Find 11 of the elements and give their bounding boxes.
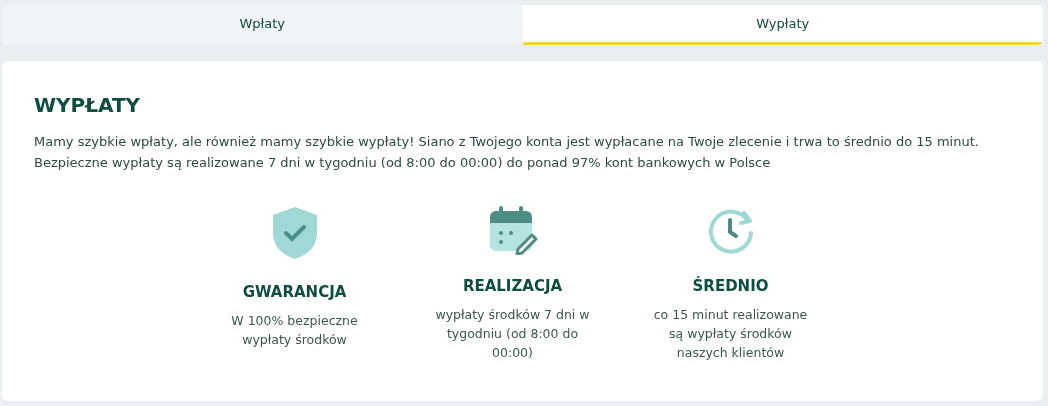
calendar-pencil-icon <box>487 205 538 255</box>
shield-check-icon <box>270 205 319 261</box>
feature-text: W 100% bezpieczne wypłaty środków <box>230 312 359 349</box>
feature-title: ŚREDNIO <box>692 277 769 295</box>
feature-text: wypłaty środków 7 dni w tygodniu (od 8:00 do 00:00) <box>434 306 591 362</box>
section-title: WYPŁATY <box>34 93 142 117</box>
tab[interactable]: Wypłaty <box>522 5 1043 45</box>
section-text: Mamy szybkie wpłaty, ale również mamy szybkie wypłaty! Siano z Twojego konta jest wypłacane na Twoje zlecenie i trwa to średnio do 15 minut. Bezpieczne wypłaty są realizowane 7 dni w tygodniu (od 8:00 do 00:00) do ponad 97% kont bankowych w Polsce <box>34 133 980 172</box>
feature-title: GWARANCJA <box>242 283 347 301</box>
feature-title: REALIZACJA <box>462 277 563 295</box>
feature-text: co 15 minut realizowane są wypłaty środków naszych klientów <box>652 306 809 362</box>
